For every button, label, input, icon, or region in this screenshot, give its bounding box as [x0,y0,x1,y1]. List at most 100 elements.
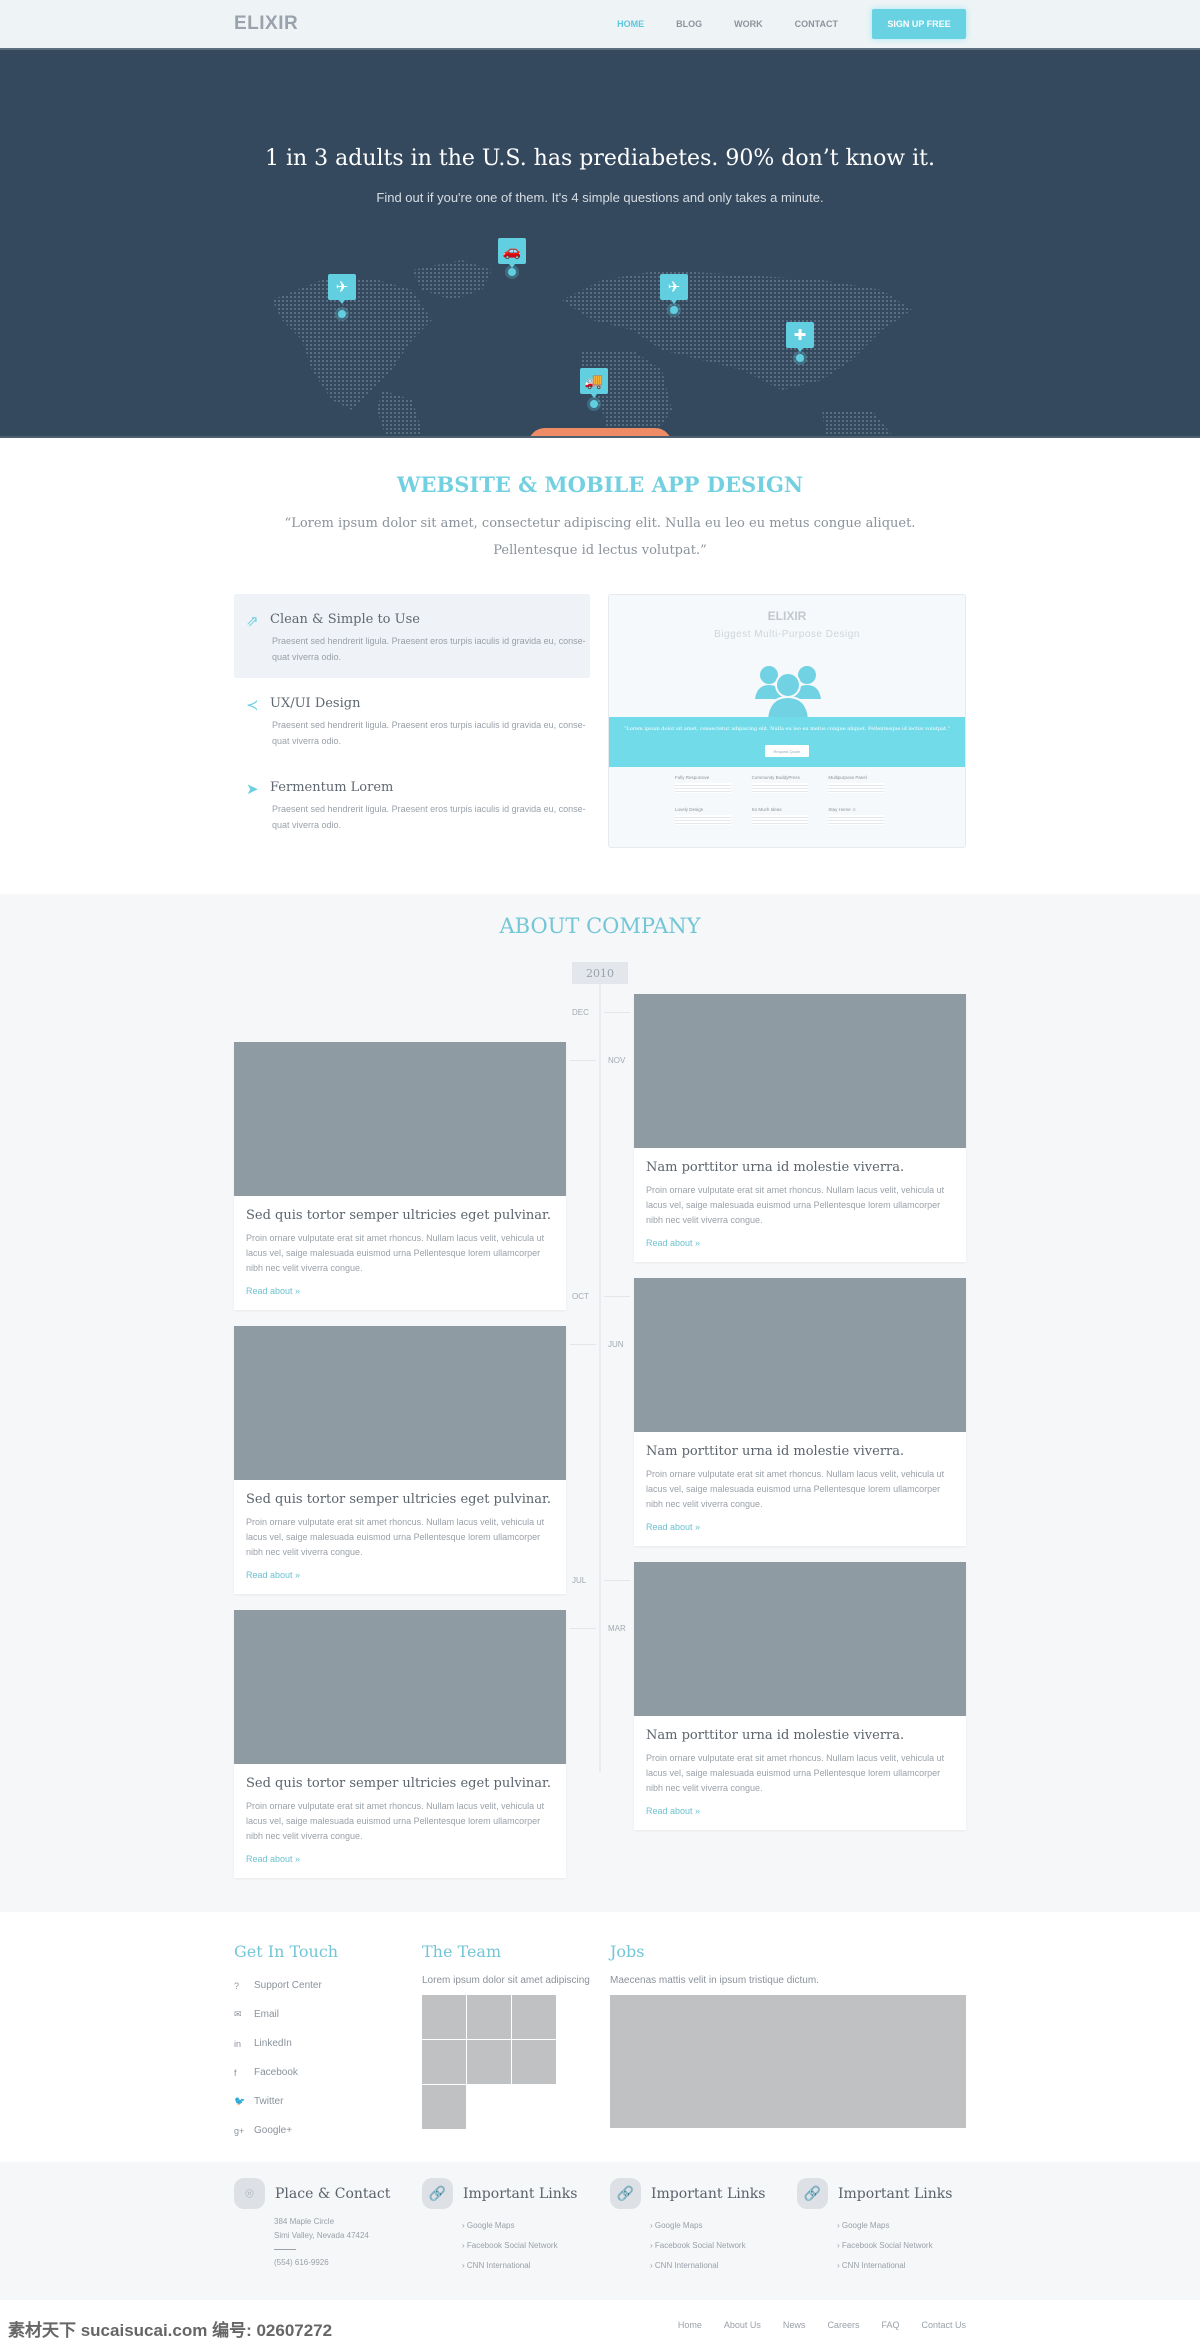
contact-section: Get In Touch ? Support Center ✉ Email in Li… [0,1912,1200,2162]
logo[interactable]: ELIXIR [234,13,298,35]
preview-feature: So Much Ideas [751,807,829,825]
read-about-link[interactable]: Read about » [246,1570,554,1580]
twitter-icon: 🐦 [234,2096,246,2106]
preview-subtitle: Biggest Multi-Purpose Design [714,629,860,640]
team-member-photo[interactable] [422,1995,466,2039]
footer-link[interactable]: › Google Maps [837,2215,952,2235]
team-text: Lorem ipsum dolor sit amet adipiscing [422,1975,590,1986]
timeline-month: DEC [572,1008,589,1017]
contact-label: Facebook [254,2067,298,2078]
address: 384 Maple Circle Simi Valley, Nevada 474… [274,2215,390,2243]
footer-nav-careers[interactable]: Careers [827,2320,859,2330]
footer-link[interactable]: › Google Maps [462,2215,577,2235]
important-links-column: 🔗 Important Links › Google Maps › Facebo… [422,2178,577,2275]
timeline-card: Sed quis tortor semper ultricies eget pu… [234,1326,566,1594]
footer-link[interactable]: › Facebook Social Network [462,2235,577,2255]
contact-item-linkedin[interactable]: in LinkedIn [234,2029,338,2058]
map-pin-dot [338,310,346,318]
footer-nav-contact[interactable]: Contact Us [921,2320,966,2330]
feature-item[interactable]: ➤ Fermentum Lorem Praesent sed hendrerit… [234,762,590,846]
timeline-line [599,984,601,1772]
map-pin-dot [796,354,804,362]
nav-work[interactable]: WORK [734,19,763,29]
team-member-photo[interactable] [512,1995,556,2039]
link-icon: 🔗 [610,2178,641,2209]
links-title: Important Links [463,2185,578,2202]
contact-item-google-plus[interactable]: g+ Google+ [234,2116,338,2145]
truck-icon[interactable]: 🚚 [580,368,608,398]
preview-feature-label: Stay Home ☺ [828,807,857,812]
footer-link[interactable]: › CNN International [462,2255,577,2275]
nav-blog[interactable]: BLOG [676,19,702,29]
contact-label: Google+ [254,2125,293,2136]
preview-banner: “Lorem ipsum dolor sit amet, consectetur… [609,717,965,767]
read-about-link[interactable]: Read about » [246,1854,554,1864]
hero-subtitle: Find out if you're one of them. It's 4 s… [376,190,824,205]
ambulance-icon[interactable]: ✚ [786,322,814,352]
footer-nav-news[interactable]: News [783,2320,806,2330]
map-pin-icon: ⌾ [234,2178,265,2209]
card-title: Nam porttitor urna id molestie viverra. [646,1444,905,1459]
footer-link[interactable]: › CNN International [650,2255,765,2275]
timeline-card: Nam porttitor urna id molestie viverra. … [634,1278,966,1546]
read-about-link[interactable]: Read about » [646,1238,954,1248]
team-member-photo[interactable] [512,2040,556,2084]
quote-line: “Lorem ipsum dolor sit amet, consectetur… [284,516,916,531]
footer-nav-home[interactable]: Home [678,2320,702,2330]
card-text: Proin ornare vulputate erat sit amet rho… [646,1469,945,1509]
take-a-tour-button[interactable]: Take a Tour [528,428,672,436]
contact-item-email[interactable]: ✉ Email [234,2000,338,2029]
request-quote-button: Request Quote [765,745,809,757]
contact-label: LinkedIn [254,2038,292,2049]
airplane-icon[interactable]: ✈ [328,274,356,304]
team-column: The Team Lorem ipsum dolor sit amet adip… [422,1942,590,2129]
read-about-link[interactable]: Read about » [246,1286,554,1296]
nav-home[interactable]: HOME [617,19,644,29]
get-in-touch-column: Get In Touch ? Support Center ✉ Email in Li… [234,1942,338,2145]
footer-link[interactable]: › Facebook Social Network [837,2235,952,2255]
read-about-link[interactable]: Read about » [646,1806,954,1816]
question-icon: ? [234,1980,240,1991]
feature-desc: Praesent sed hendrerit ligula. Praesent … [272,636,586,662]
feature-title: Clean & Simple to Use [270,612,420,627]
sign-up-button[interactable]: SIGN UP FREE [872,9,966,39]
design-preview: ELIXIR Biggest Multi-Purpose Design “Lor… [608,594,966,848]
footer-link[interactable]: › Google Maps [650,2215,765,2235]
timeline-card: Nam porttitor urna id molestie viverra. … [634,994,966,1262]
feature-title: Fermentum Lorem [270,780,394,795]
card-text: Proin ornare vulputate erat sit amet rho… [246,1233,545,1273]
footer-link[interactable]: › CNN International [837,2255,952,2275]
feature-item[interactable]: ⇗ Clean & Simple to Use Praesent sed hen… [234,594,590,678]
links-title: Important Links [651,2185,766,2202]
map-pin-dot [670,306,678,314]
read-about-link[interactable]: Read about » [646,1522,954,1532]
timeline-month: JUL [572,1576,587,1585]
contact-item-twitter[interactable]: 🐦 Twitter [234,2087,338,2116]
about-section: ABOUT COMPANY 2010 DEC NOV OCT JUN JUL M… [0,894,1200,1912]
footer-nav-faq[interactable]: FAQ [881,2320,899,2330]
preview-logo: ELIXIR [767,609,807,623]
section-title: WEBSITE & MOBILE APP DESIGN [396,472,804,497]
feature-item[interactable]: ≺ UX/UI Design Praesent sed hendrerit li… [234,678,590,762]
contact-item-facebook[interactable]: f Facebook [234,2058,338,2087]
timeline-connector [570,1060,596,1061]
footer-nav-about[interactable]: About Us [724,2320,761,2330]
card-text: Proin ornare vulputate erat sit amet rho… [646,1185,945,1225]
place-contact-title: Place & Contact [275,2185,391,2202]
timeline-connector [604,1296,630,1297]
card-image [234,1610,566,1764]
car-icon[interactable]: 🚗 [498,238,526,268]
contact-item-support[interactable]: ? Support Center [234,1971,338,2000]
airplane-icon[interactable]: ✈ [660,274,688,304]
phone: (554) 616-9926 [274,2258,329,2267]
divider [274,2249,296,2250]
footer-link[interactable]: › Facebook Social Network [650,2235,765,2255]
team-member-photo[interactable] [422,2085,466,2129]
address-line: 384 Maple Circle [274,2217,335,2226]
team-member-photo[interactable] [467,1995,511,2039]
nav-contact[interactable]: CONTACT [795,19,838,29]
jobs-column: Jobs Maecenas mattis velit in ipsum tris… [610,1942,966,2128]
team-member-photo[interactable] [467,2040,511,2084]
team-member-photo[interactable] [422,2040,466,2084]
share-box-icon: ⇗ [246,613,259,630]
